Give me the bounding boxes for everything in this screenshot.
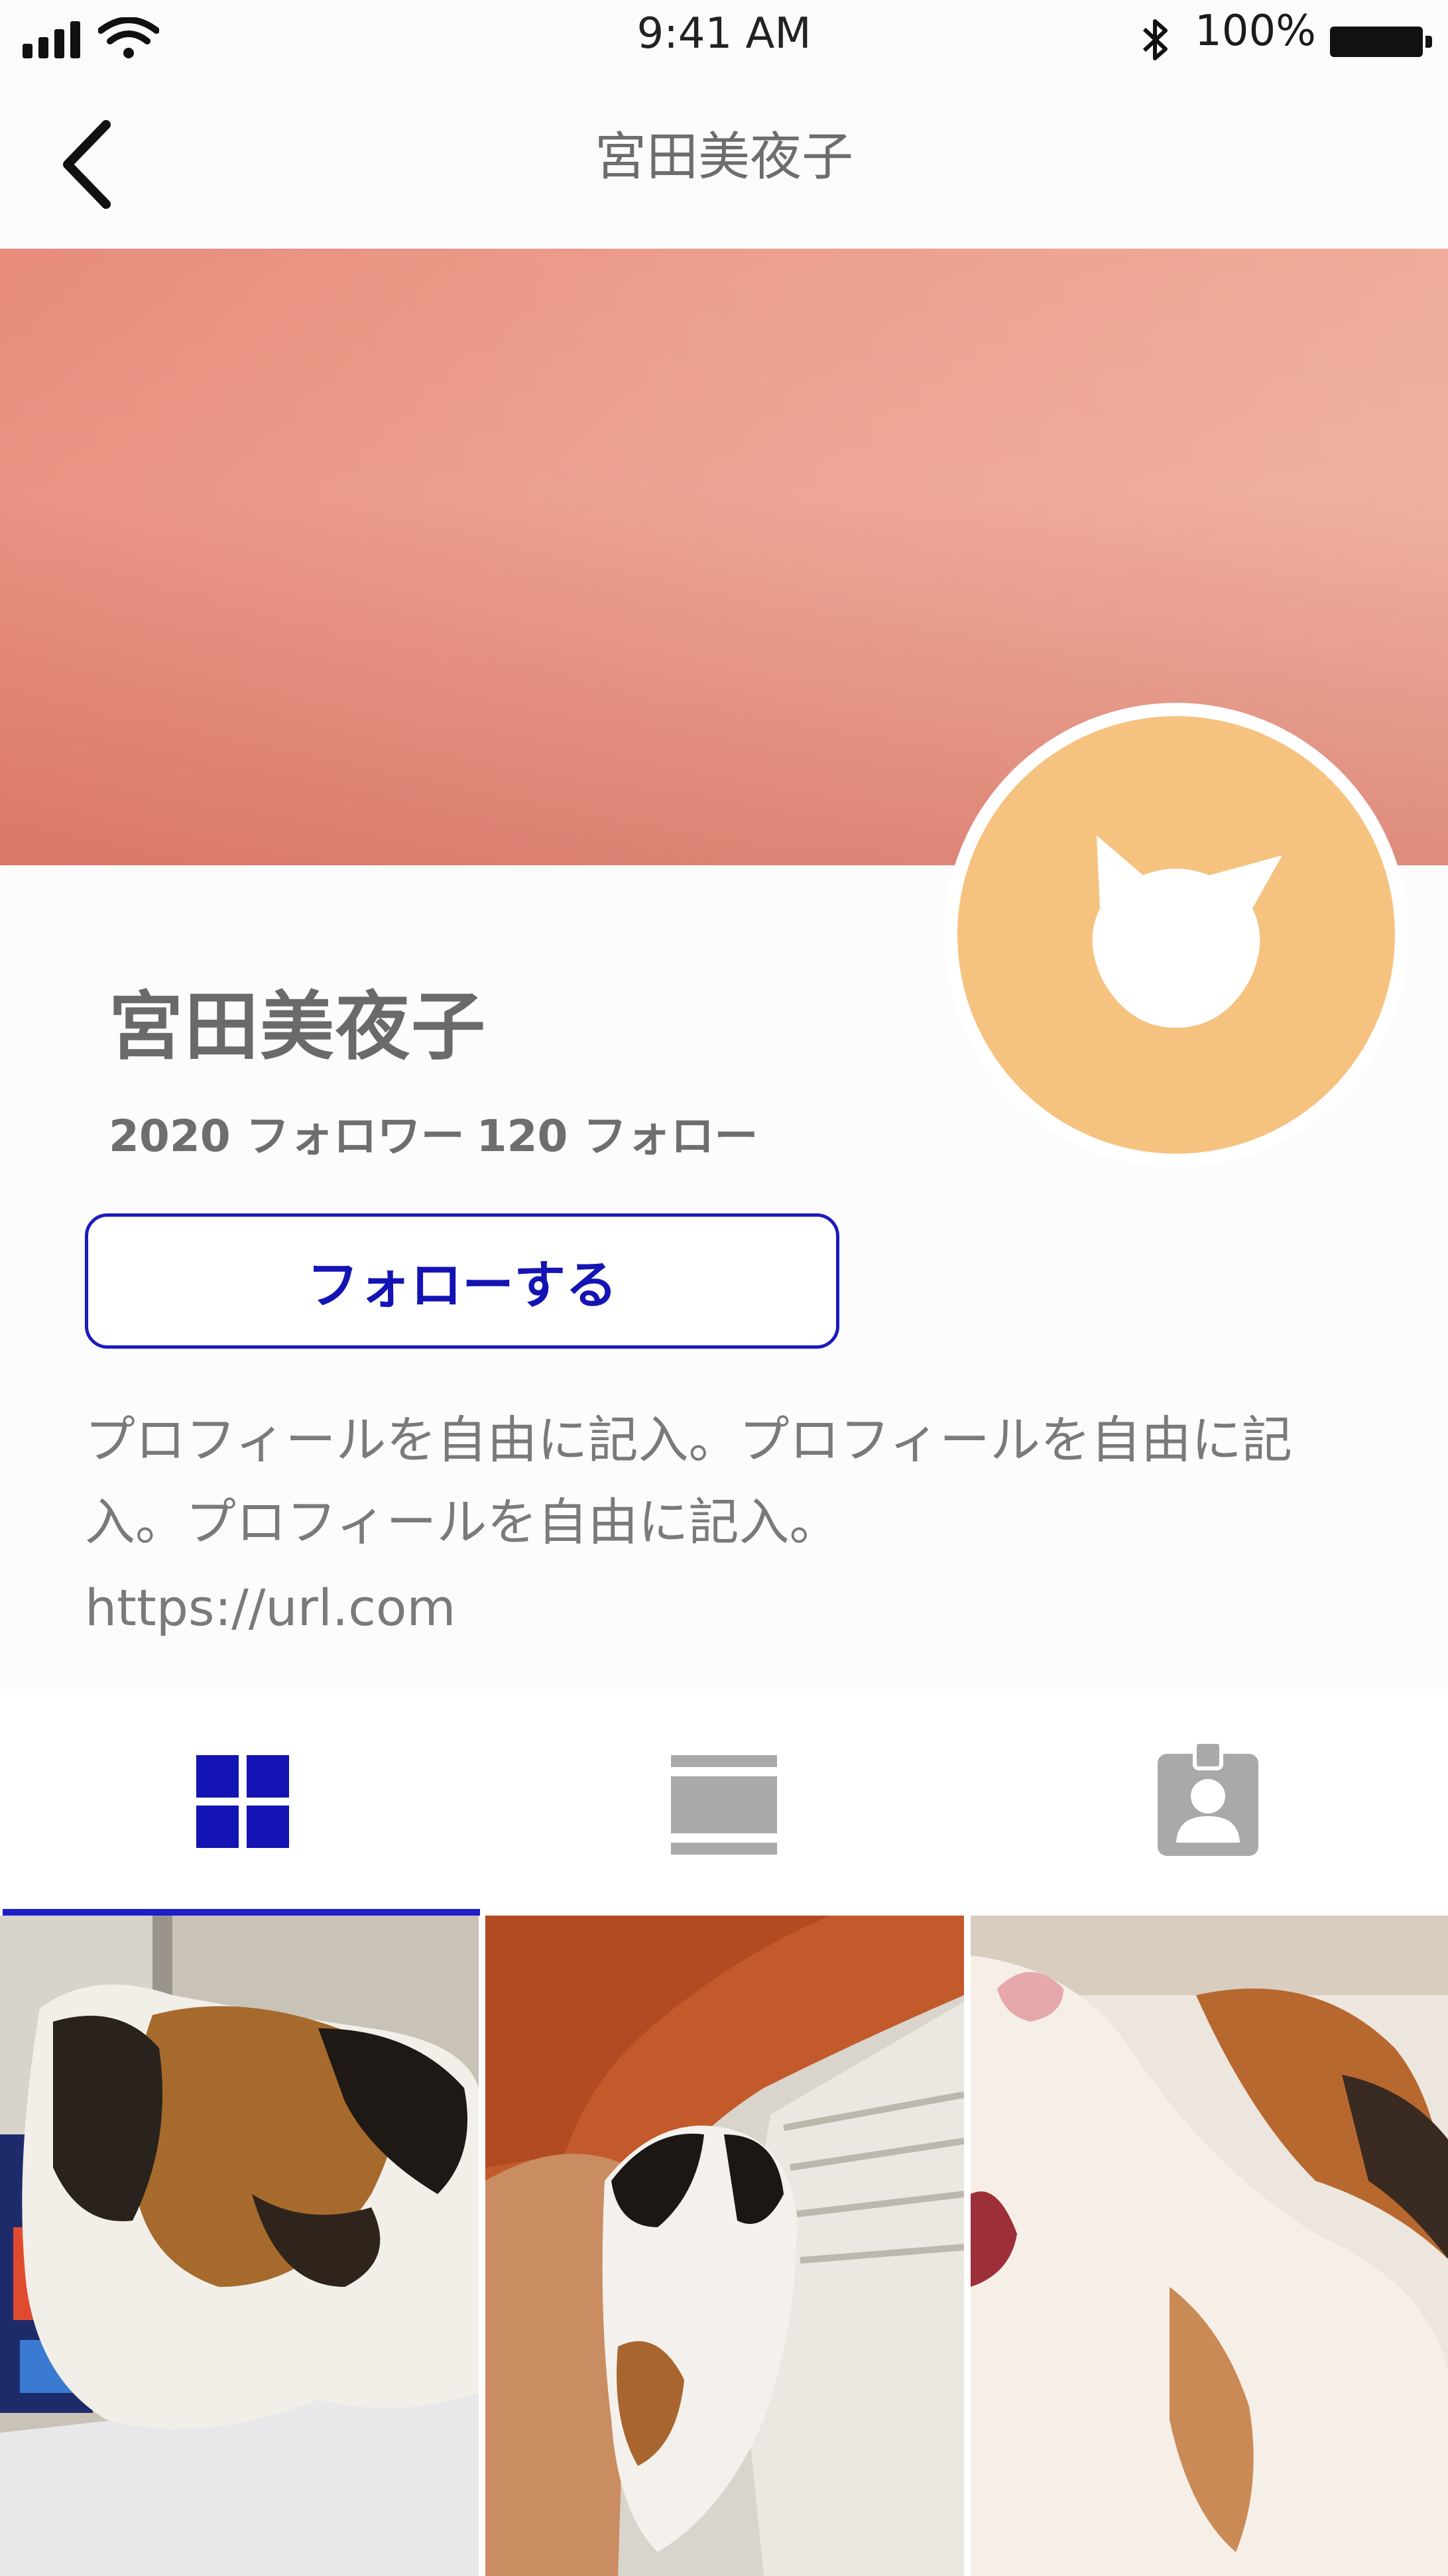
follow-button[interactable]: フォローする [85, 1213, 839, 1349]
avatar-background [957, 716, 1395, 1154]
profile-name: 宮田美夜子 [109, 984, 487, 1070]
contact-badge-icon [1158, 1742, 1258, 1856]
photo-grid [0, 1916, 1448, 2576]
battery-percent: 100% [1195, 7, 1316, 56]
tab-bar [0, 1689, 1448, 1916]
tab-tagged[interactable] [965, 1689, 1448, 1916]
grid-icon [196, 1755, 289, 1848]
follow-stats: 2020 フォロワー 120 フォロー [109, 1101, 770, 1164]
profile-link[interactable]: https://url.com [85, 1578, 455, 1637]
cat-icon [1092, 835, 1282, 1028]
cat-photo-image [971, 1916, 1448, 2576]
profile-bio: プロフィールを自由に記入。プロフィールを自由に記入。プロフィールを自由に記入。 [85, 1410, 1292, 1552]
bluetooth-icon [1142, 19, 1168, 60]
list-icon [671, 1755, 777, 1855]
tab-grid[interactable] [0, 1689, 483, 1916]
active-tab-indicator [3, 1909, 480, 1916]
status-bar: 9:41 AM 100% [0, 0, 1448, 80]
followers-count[interactable]: 2020 フォロワー [109, 1111, 465, 1162]
profile-screen: 9:41 AM 100% 宮田美夜子 宮田美夜子 2020 フォロワー 120 フ… [0, 0, 1448, 2576]
cat-photo-image [485, 1916, 964, 2576]
nav-bar: 宮田美夜子 [0, 80, 1448, 249]
tab-list[interactable] [483, 1689, 965, 1916]
photo-3[interactable] [971, 1916, 1448, 2576]
battery-icon [1330, 27, 1432, 57]
cat-photo-image [0, 1916, 479, 2576]
photo-2[interactable] [485, 1916, 964, 2576]
avatar[interactable] [944, 703, 1408, 1167]
nav-title: 宮田美夜子 [594, 127, 853, 187]
following-count[interactable]: 120 フォロー [477, 1111, 758, 1162]
photo-1[interactable] [0, 1916, 479, 2576]
